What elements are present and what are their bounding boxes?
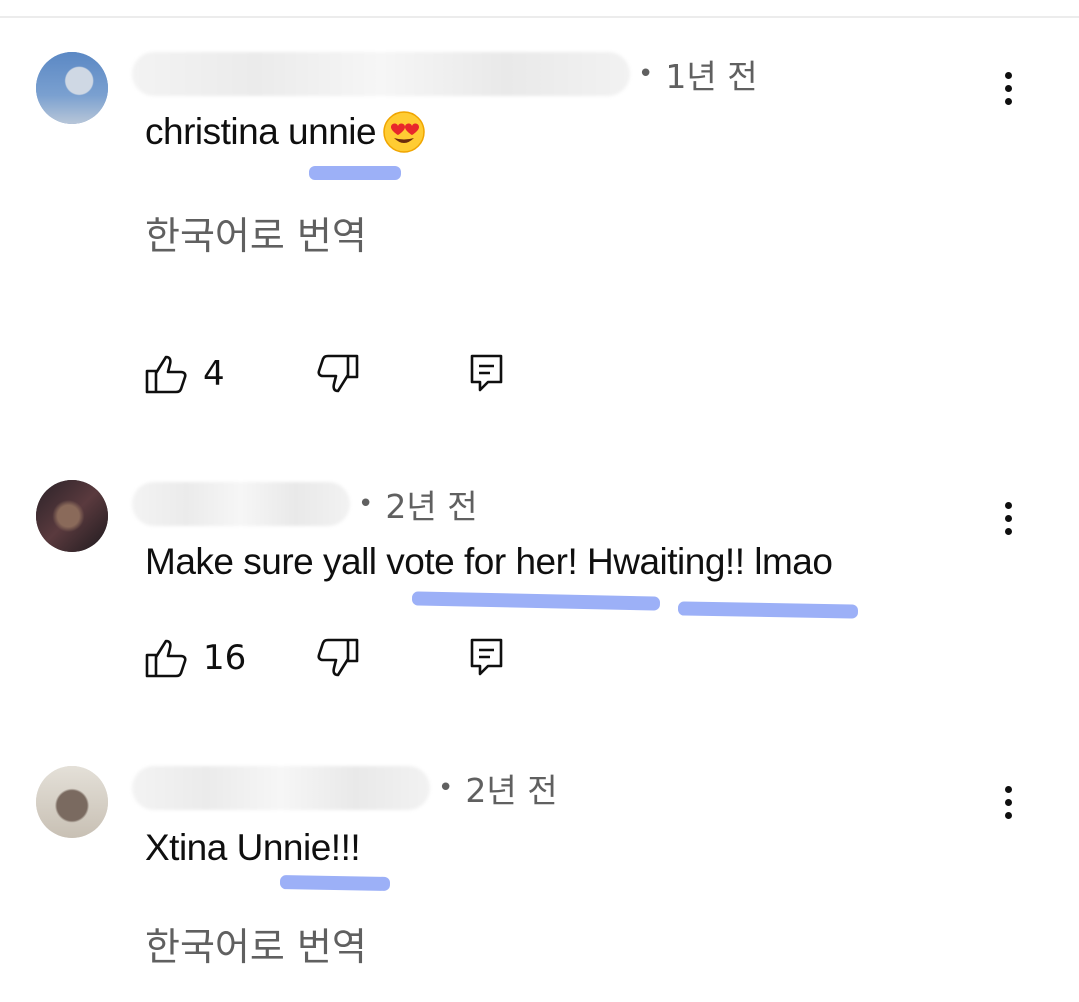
separator-dot: • — [358, 489, 374, 519]
comment-time: 2년 전 — [385, 487, 478, 526]
comment-meta: • 2년 전 — [132, 482, 478, 526]
more-vertical-icon — [1004, 785, 1012, 793]
comment-text: Xtina Unnie!!! — [145, 827, 361, 868]
more-vertical-icon — [1004, 501, 1012, 509]
more-vertical-icon — [1004, 71, 1012, 79]
like-count: 16 — [203, 638, 247, 678]
comment-text: Make sure yall vote for her! Hwaiting!! … — [145, 541, 833, 582]
more-options-button[interactable] — [993, 782, 1023, 822]
thumbs-up-icon — [145, 639, 187, 678]
comment-text: christina unnie — [145, 110, 426, 154]
thumbs-down-icon — [317, 638, 359, 677]
like-button[interactable]: 16 — [145, 638, 246, 678]
avatar[interactable] — [36, 480, 108, 552]
reply-icon — [470, 354, 503, 392]
dislike-button[interactable] — [315, 638, 359, 678]
translate-link[interactable]: 한국어로 번역 — [145, 916, 367, 971]
comment-meta: • 1년 전 — [132, 52, 758, 96]
thumbs-down-icon — [317, 354, 359, 393]
reply-icon — [470, 638, 503, 676]
comment-meta: • 2년 전 — [132, 766, 558, 810]
avatar[interactable] — [36, 52, 108, 124]
heart-eyes-emoji — [383, 111, 425, 153]
reply-button[interactable] — [470, 354, 504, 394]
comment-actions: 16 — [145, 638, 545, 682]
author-name-redacted[interactable] — [132, 766, 430, 810]
translate-link[interactable]: 한국어로 번역 — [145, 205, 367, 260]
top-divider — [0, 16, 1079, 18]
more-options-button[interactable] — [993, 498, 1023, 538]
highlight-mark — [279, 875, 391, 891]
dislike-button[interactable] — [315, 354, 359, 394]
author-name-redacted[interactable] — [132, 482, 350, 526]
like-button[interactable]: 4 — [145, 354, 225, 394]
highlight-mark — [677, 601, 859, 619]
highlight-mark — [411, 591, 661, 611]
like-count: 4 — [203, 354, 225, 394]
more-options-button[interactable] — [993, 68, 1023, 108]
highlight-mark — [309, 166, 401, 180]
separator-dot: • — [638, 59, 654, 89]
comment-time: 2년 전 — [465, 771, 558, 810]
comment-time: 1년 전 — [665, 57, 758, 96]
author-name-redacted[interactable] — [132, 52, 630, 96]
separator-dot: • — [438, 773, 454, 803]
reply-button[interactable] — [470, 638, 504, 678]
thumbs-up-icon — [145, 355, 187, 394]
comment-actions: 4 — [145, 354, 545, 398]
avatar[interactable] — [36, 766, 108, 838]
